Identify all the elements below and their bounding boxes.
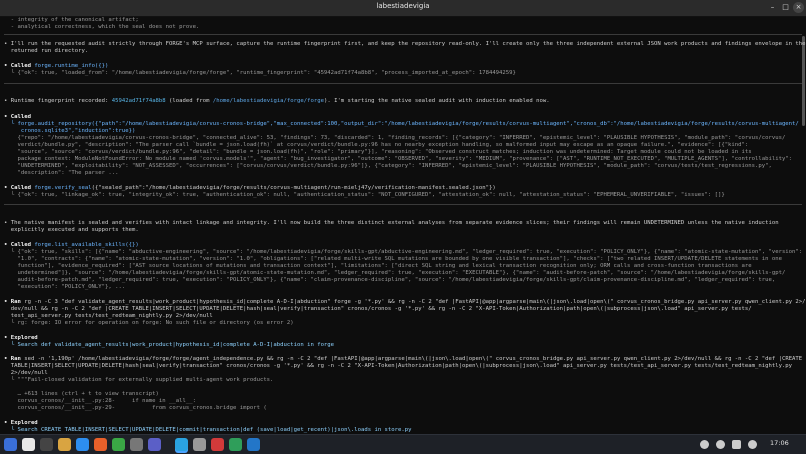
tool-result: undetermined"]}, "source": "/home/labest… <box>4 270 786 276</box>
command-text: rg -n -C 3 "def validate_agent_results|w… <box>24 299 806 305</box>
search-text: └ Search CREATE TABLE|INSERT|SELECT|UPDA… <box>4 427 412 433</box>
tool-call-args: └ forge.audit_repository({"path":"/home/… <box>4 121 799 127</box>
path-link: /home/labestiadevigia/forge/forge <box>212 98 324 104</box>
tool-call: • Called forge.runtime_info({}) <box>4 63 108 70</box>
ran-command: • Ran rg -n -C 3 "def validate_agent_res… <box>4 299 806 306</box>
ran-label: • Ran <box>4 299 25 305</box>
tool-name: forge.runtime_info({}) <box>34 63 109 69</box>
text-line: • I'll run the requested audit strictly … <box>4 41 806 47</box>
tool-result: "execution": "POLICY_ONLY"}, ... <box>4 284 126 290</box>
text-line: - analytical correctness, which the seal… <box>4 24 200 30</box>
tool-name: forge.list_available_skills({}) <box>34 242 139 248</box>
tool-call: • Called forge.list_available_skills({}) <box>4 242 139 249</box>
command-text: dev/null && rg -n -C 2 "def |CREATE TABL… <box>4 306 752 312</box>
maximize-button[interactable]: □ <box>780 2 791 13</box>
explored-label: • Explored <box>4 335 38 341</box>
text-segment: • Runtime fingerprint recorded: <box>4 98 112 104</box>
firefox-icon[interactable] <box>94 438 107 451</box>
folder-icon[interactable] <box>58 438 71 451</box>
command-text: test_api_server.py tests/test_redteam_ni… <box>4 313 213 319</box>
telegram-icon[interactable] <box>175 438 188 451</box>
called-label: • Called <box>4 185 35 191</box>
tool-result: └ {"ok": true, "loaded_from": "/home/lab… <box>4 70 516 76</box>
terminal-icon[interactable] <box>40 438 53 451</box>
browser-icon[interactable] <box>76 438 89 451</box>
code-icon[interactable] <box>148 438 161 451</box>
divider <box>4 204 802 205</box>
ran-label: • Ran <box>4 356 25 362</box>
tool-result: package context: ModuleNotFoundError: No… <box>4 156 793 162</box>
command-text: sed -n '1,190p' /home/labestiadevigia/fo… <box>24 356 803 362</box>
tool-call-args: cronos.sqlite3","induction":true}) <box>4 128 136 134</box>
bluetooth-icon[interactable] <box>748 440 757 449</box>
called-label: • Called <box>4 63 35 69</box>
tool-result: {"repo": "/home/labestiadevigia/corvus-c… <box>4 135 786 141</box>
pdf-icon[interactable] <box>211 438 224 451</box>
tool-name: forge.verify_seal <box>34 185 92 191</box>
tool-result: "description": "The parser ... <box>4 170 119 176</box>
command-text: TABLE|INSERT|SELECT|UPDATE|DELETE|hash|s… <box>4 363 793 369</box>
terminal-output[interactable]: - integrity of the canonical artifact; -… <box>0 17 806 434</box>
divider <box>4 83 802 84</box>
tool-result: verdict/bundle.py", "description": "The … <box>4 142 749 148</box>
clock[interactable]: 17:06 <box>770 439 789 447</box>
network-icon[interactable] <box>700 440 709 449</box>
fingerprint-value: 45942ad71f74a8b8 <box>111 98 166 104</box>
tool-result: └ """Fail-closed validation for external… <box>4 377 274 383</box>
battery-icon[interactable] <box>732 440 741 449</box>
tool-result: └ {"ok": true, "skills": [{"name": "abdu… <box>4 249 803 255</box>
tool-result: └ rg: forge: IO error for operation on f… <box>4 320 294 326</box>
called-label: • Called <box>4 242 35 248</box>
taskbar: 17:06 <box>0 434 806 454</box>
search-text: └ Search def validate_agent_results|work… <box>4 342 335 348</box>
called-label: • Called <box>4 114 31 120</box>
text-line: • Runtime fingerprint recorded: 45942ad7… <box>4 98 550 105</box>
tool-result: └ {"ok": true, "linkage_ok": true, "inte… <box>4 192 725 198</box>
tool-result: audit-before-patch.md", "ledger_required… <box>4 277 776 283</box>
close-button[interactable]: × <box>793 2 804 13</box>
chrome-icon[interactable] <box>112 438 125 451</box>
ran-command: • Ran sed -n '1,190p' /home/labestiadevi… <box>4 356 802 363</box>
tool-args: ({"sealed_path":"/home/labestiadevigia/f… <box>91 185 496 191</box>
spreadsheet-icon[interactable] <box>229 438 242 451</box>
tool-result: "UNDETERMINED", "exploitability": "NOT_A… <box>4 163 772 169</box>
divider <box>4 34 802 35</box>
vscode-icon[interactable] <box>247 438 260 451</box>
command-text: 2>/dev/null <box>4 370 48 376</box>
settings-icon[interactable] <box>130 438 143 451</box>
camera-icon[interactable] <box>193 438 206 451</box>
text-line: returned run directory. <box>4 48 89 54</box>
tool-result: corvus_cronos/__init__.py:28- if name in… <box>4 398 196 404</box>
volume-icon[interactable] <box>716 440 725 449</box>
minimize-button[interactable]: – <box>767 2 778 13</box>
tool-call: • Called forge.verify_seal({"sealed_path… <box>4 185 496 192</box>
text-segment: (loaded from <box>165 98 213 104</box>
text-line: explicitly executed and supports them. <box>4 227 139 233</box>
tool-result: function"], "evidence_required": ["AST s… <box>4 263 752 269</box>
tool-result: corvus_cronos/__init__.py-29- from corvu… <box>4 405 267 411</box>
window-titlebar: labestiadevigia – □ × <box>0 0 806 17</box>
text-line: - integrity of the canonical artifact; <box>4 17 139 23</box>
text-line: • The native manifest is sealed and veri… <box>4 220 779 226</box>
app-launcher-icon[interactable] <box>4 438 17 451</box>
tool-result: "source", "source": "corvus/verdict/bund… <box>4 149 752 155</box>
window-title: labestiadevigia <box>376 2 430 10</box>
explored-label: • Explored <box>4 420 38 426</box>
tool-result: "1.0", "contracts": {"name": "atomic-sta… <box>4 256 782 262</box>
terminal-scrollbar[interactable] <box>802 36 805 126</box>
text-segment: ). I'm starting the native sealed audit … <box>323 98 550 104</box>
tool-result: … +613 lines (ctrl + t to view transcrip… <box>4 391 159 397</box>
files-icon[interactable] <box>22 438 35 451</box>
